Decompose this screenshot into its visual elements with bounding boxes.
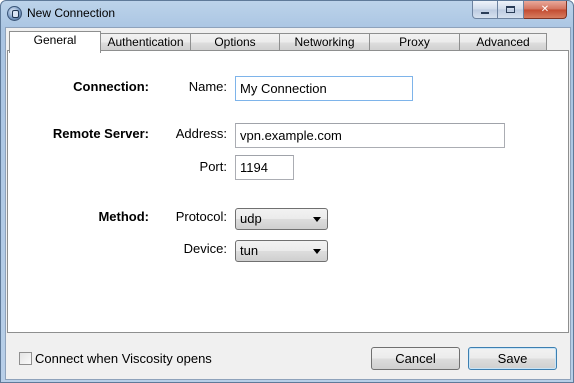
maximize-icon — [506, 6, 515, 13]
tab-general[interactable]: General — [9, 31, 101, 53]
dialog-window: New Connection ✕ General Authentication … — [0, 0, 574, 383]
tab-strip: General Authentication Options Networkin… — [8, 31, 568, 53]
caption-buttons: ✕ — [472, 1, 567, 19]
port-field[interactable]: 1194 — [235, 155, 294, 180]
tab-label: Options — [214, 35, 256, 49]
tab-label: Networking — [294, 35, 355, 49]
connect-on-open-label[interactable]: Connect when Viscosity opens — [35, 351, 212, 366]
tab-options[interactable]: Options — [190, 33, 280, 51]
maximize-button[interactable] — [498, 1, 524, 19]
minimize-button[interactable] — [472, 1, 498, 19]
close-button[interactable]: ✕ — [524, 1, 567, 19]
connect-on-open-checkbox[interactable] — [19, 351, 32, 365]
method-section-label: Method: — [98, 209, 149, 224]
window-title: New Connection — [27, 6, 116, 20]
title-bar[interactable]: New Connection ✕ — [1, 1, 573, 27]
name-field[interactable]: My Connection — [235, 76, 413, 101]
tab-label: Proxy — [399, 35, 430, 49]
close-icon: ✕ — [540, 4, 550, 15]
name-label: Name: — [188, 79, 227, 94]
port-label: Port: — [199, 159, 227, 174]
device-label: Device: — [183, 241, 227, 256]
tab-label: Advanced — [476, 35, 530, 49]
save-button[interactable]: Save — [468, 347, 557, 370]
minimize-icon — [481, 11, 489, 14]
dropdown-arrow-icon — [313, 217, 321, 222]
cancel-button[interactable]: Cancel — [371, 347, 460, 370]
tab-advanced[interactable]: Advanced — [459, 33, 547, 51]
connect-on-open-option[interactable]: Connect when Viscosity opens — [19, 350, 212, 366]
remote-server-section-label: Remote Server: — [52, 126, 149, 141]
tab-proxy[interactable]: Proxy — [369, 33, 460, 51]
tab-label: General — [33, 33, 77, 47]
protocol-select[interactable]: udp — [235, 208, 328, 230]
general-tab-panel: Connection: Name: My Connection Remote S… — [7, 50, 569, 333]
tab-networking[interactable]: Networking — [279, 33, 370, 51]
address-field[interactable]: vpn.example.com — [235, 123, 505, 148]
dialog-client-area: General Authentication Options Networkin… — [5, 27, 571, 380]
device-value: tun — [240, 243, 259, 258]
device-select[interactable]: tun — [235, 240, 328, 262]
viscosity-app-icon[interactable] — [7, 6, 22, 21]
protocol-label: Protocol: — [175, 209, 227, 224]
tab-label: Authentication — [107, 35, 184, 49]
address-label: Address: — [175, 126, 227, 141]
connection-section-label: Connection: — [73, 79, 149, 94]
dropdown-arrow-icon — [313, 249, 321, 254]
protocol-value: udp — [240, 211, 262, 226]
tab-authentication[interactable]: Authentication — [100, 33, 191, 51]
